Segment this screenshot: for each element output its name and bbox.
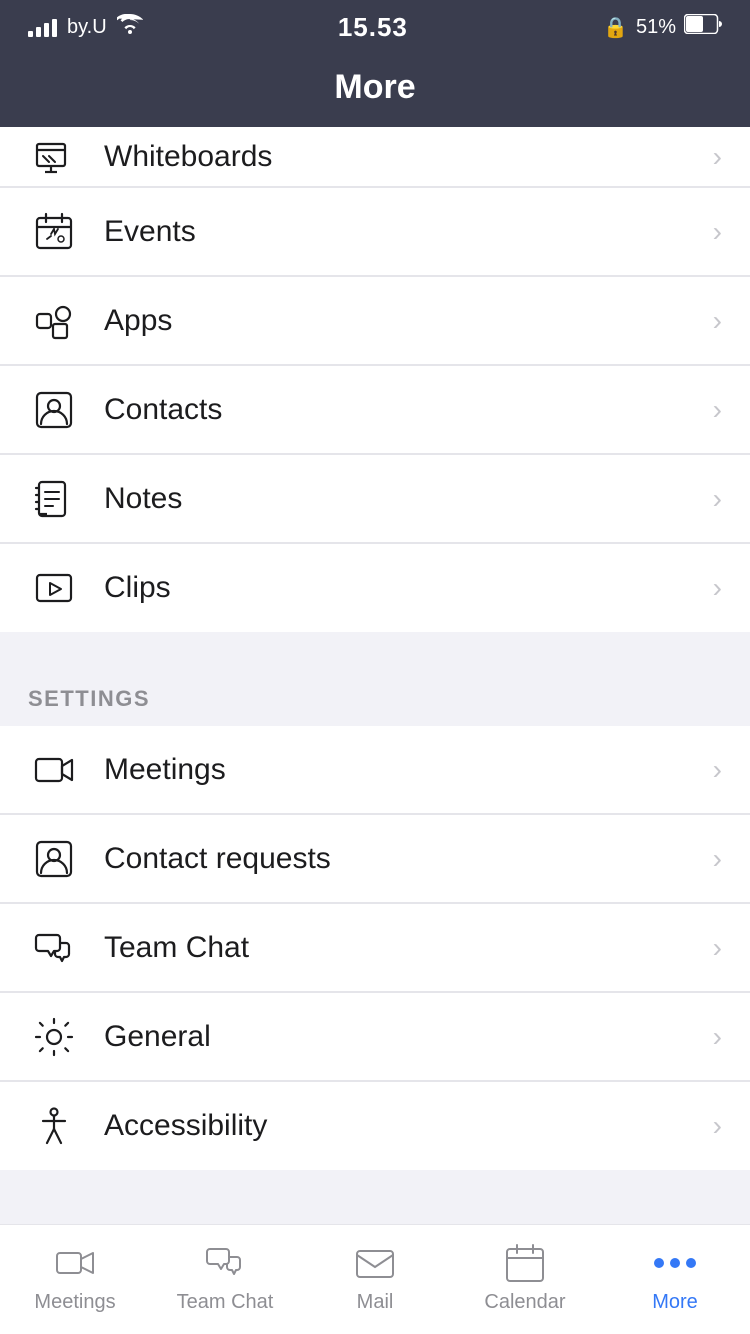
tab-more-label: More (652, 1291, 698, 1314)
apps-icon (28, 295, 80, 347)
apps-label: Apps (104, 304, 713, 338)
tab-calendar-label: Calendar (484, 1291, 565, 1314)
page-title: More (0, 68, 750, 107)
whiteboards-chevron: › (713, 141, 722, 173)
general-label: General (104, 1020, 713, 1054)
tab-more[interactable]: More (600, 1237, 750, 1314)
tab-meetings-label: Meetings (34, 1291, 115, 1314)
signal-bars (28, 17, 57, 37)
menu-item-meetings[interactable]: Meetings › (0, 726, 750, 814)
tab-meetings[interactable]: Meetings (0, 1237, 150, 1314)
team-chat-chevron: › (713, 932, 722, 964)
tab-mail-label: Mail (357, 1291, 394, 1314)
status-left: by.U (28, 14, 143, 40)
contacts-label: Contacts (104, 393, 713, 427)
events-chevron: › (713, 216, 722, 248)
meetings-chevron: › (713, 754, 722, 786)
settings-section-label: SETTINGS (0, 662, 750, 726)
wifi-icon (117, 14, 143, 40)
notes-chevron: › (713, 483, 722, 515)
time-display: 15.53 (338, 12, 408, 43)
clips-label: Clips (104, 571, 713, 605)
events-icon (28, 206, 80, 258)
contact-requests-label: Contact requests (104, 842, 713, 876)
status-bar: by.U 15.53 🔒 51% (0, 0, 750, 54)
carrier-label: by.U (67, 16, 107, 39)
whiteboards-label: Whiteboards (104, 140, 713, 174)
menu-item-whiteboards[interactable]: Whiteboards › (0, 127, 750, 187)
page-header: More (0, 54, 750, 127)
general-chevron: › (713, 1021, 722, 1053)
menu-item-contact-requests[interactable]: Contact requests › (0, 815, 750, 903)
notes-label: Notes (104, 482, 713, 516)
settings-menu-group: Meetings › Contact requests › (0, 726, 750, 1170)
clips-icon (28, 562, 80, 614)
tab-team-chat[interactable]: Team Chat (150, 1237, 300, 1314)
menu-item-contacts[interactable]: Contacts › (0, 366, 750, 454)
menu-item-team-chat[interactable]: Team Chat › (0, 904, 750, 992)
menu-item-general[interactable]: General › (0, 993, 750, 1081)
accessibility-icon (28, 1100, 80, 1152)
more-dot-3 (686, 1258, 696, 1268)
tab-mail-icon (353, 1241, 397, 1285)
contacts-chevron: › (713, 394, 722, 426)
menu-item-notes[interactable]: Notes › (0, 455, 750, 543)
contacts-icon (28, 384, 80, 436)
menu-item-accessibility[interactable]: Accessibility › (0, 1082, 750, 1170)
tab-mail[interactable]: Mail (300, 1237, 450, 1314)
lock-icon: 🔒 (603, 15, 628, 40)
tab-bar: Meetings Team Chat Mail (0, 1224, 750, 1334)
tab-calendar-icon (503, 1241, 547, 1285)
battery-icon (684, 14, 722, 40)
menu-item-clips[interactable]: Clips › (0, 544, 750, 632)
status-right: 🔒 51% (603, 14, 722, 40)
more-dot-1 (654, 1258, 664, 1268)
tab-calendar[interactable]: Calendar (450, 1237, 600, 1314)
clips-chevron: › (713, 572, 722, 604)
tab-more-icon (653, 1241, 697, 1285)
general-icon (28, 1011, 80, 1063)
menu-item-events[interactable]: Events › (0, 188, 750, 276)
notes-icon (28, 473, 80, 525)
top-menu-group: Whiteboards › Events › (0, 127, 750, 632)
accessibility-label: Accessibility (104, 1109, 713, 1143)
tab-team-chat-label: Team Chat (177, 1291, 274, 1314)
events-label: Events (104, 215, 713, 249)
menu-item-apps[interactable]: Apps › (0, 277, 750, 365)
battery-percent: 51% (636, 16, 676, 39)
tab-team-chat-icon (203, 1241, 247, 1285)
content-area: Whiteboards › Events › (0, 127, 750, 1280)
apps-chevron: › (713, 305, 722, 337)
contact-requests-icon (28, 833, 80, 885)
whiteboard-icon (28, 131, 80, 183)
team-chat-label: Team Chat (104, 931, 713, 965)
contact-requests-chevron: › (713, 843, 722, 875)
tab-meetings-icon (53, 1241, 97, 1285)
meetings-icon (28, 744, 80, 796)
team-chat-icon (28, 922, 80, 974)
more-dot-2 (670, 1258, 680, 1268)
meetings-label: Meetings (104, 753, 713, 787)
accessibility-chevron: › (713, 1110, 722, 1142)
